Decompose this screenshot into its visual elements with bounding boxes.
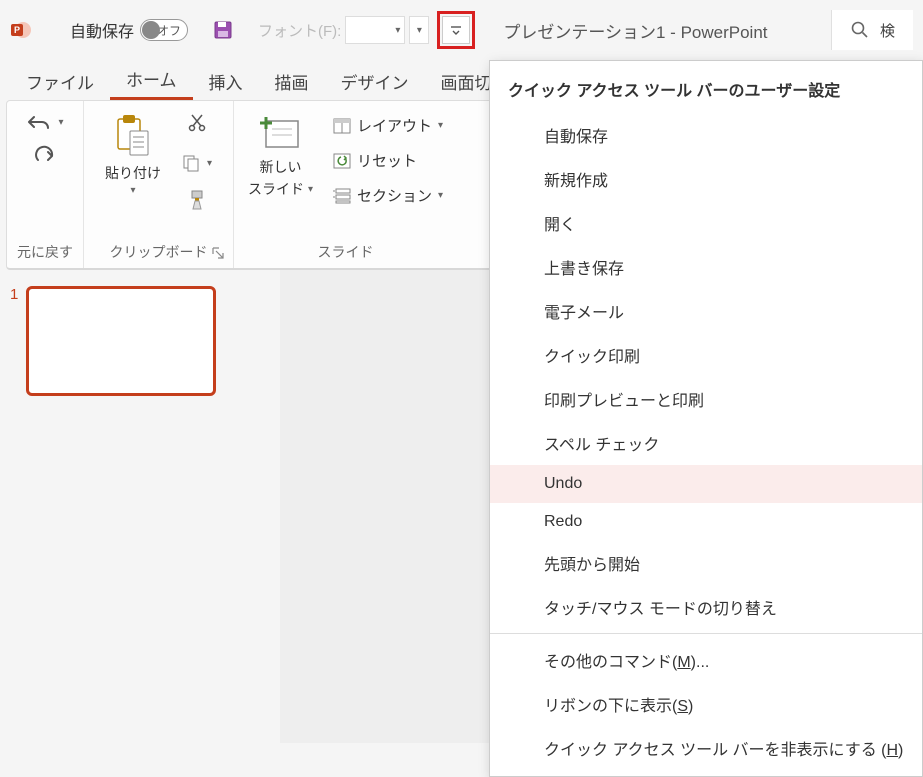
chevron-down-icon: ▾ [207,158,212,169]
undo-button[interactable]: ▾ [22,109,67,135]
redo-icon [33,145,57,167]
menu-item-save[interactable]: 上書き保存 [490,245,922,289]
search-placeholder: 検 [880,20,895,41]
qat-customize-button[interactable] [442,16,470,44]
menu-text: クイック アクセス ツール バーを非表示にする ( [544,742,886,759]
toggle-knob-icon [142,21,160,39]
font-size-combo[interactable]: ▾ [409,16,429,44]
font-label: フォント(F): [258,20,341,41]
section-label: セクション [357,185,432,206]
cut-icon [187,113,207,133]
new-slide-label-1: 新しい [260,157,302,177]
menu-item-autosave[interactable]: 自動保存 [490,113,922,157]
menu-item-morecommands[interactable]: その他のコマンド(M)... [490,638,922,682]
qat-customize-menu: クイック アクセス ツール バーのユーザー設定 自動保存 新規作成 開く 上書き… [489,60,923,777]
menu-text: )... [691,654,710,671]
menu-divider [490,633,922,634]
tab-design[interactable]: デザイン [325,63,425,100]
search-icon [850,20,870,40]
save-button[interactable] [206,13,240,47]
thumbnail-number: 1 [10,286,18,727]
menu-item-open[interactable]: 開く [490,201,922,245]
font-selector-area: フォント(F): ▾ ▾ [258,16,429,44]
copy-button[interactable]: ▾ [177,151,216,175]
slide-thumbnail-1[interactable] [26,286,216,396]
chevron-down-icon: ▾ [58,117,63,128]
menu-item-spellcheck[interactable]: スペル チェック [490,421,922,465]
menu-hotkey: H [886,742,898,759]
dialog-launcher-icon [211,246,225,260]
menu-text: ) [898,742,903,759]
menu-item-hideqat[interactable]: クイック アクセス ツール バーを非表示にする (H) [490,726,922,770]
section-button[interactable]: セクション ▾ [329,183,447,208]
menu-item-new[interactable]: 新規作成 [490,157,922,201]
autosave-toggle[interactable]: オフ [140,19,188,41]
clipboard-dialog-launcher[interactable] [211,246,227,262]
clipboard-group-label: クリップボード [110,238,208,266]
slides-group-label: スライド [318,238,374,266]
undo-icon [26,111,52,133]
search-box[interactable]: 検 [831,10,913,50]
reset-icon [333,153,351,169]
autosave-state: オフ [157,22,181,39]
tab-home[interactable]: ホーム [110,60,193,100]
chevron-down-icon: ▾ [438,190,443,201]
chevron-down-icon: ▾ [438,120,443,131]
ribbon-group-undo: ▾ 元に戻す [7,101,84,268]
qat-customize-highlight [437,11,475,49]
format-painter-button[interactable] [187,189,207,215]
cut-button[interactable] [187,113,207,137]
qat-menu-header: クイック アクセス ツール バーのユーザー設定 [490,61,922,113]
redo-button[interactable] [29,143,61,169]
menu-text: リボンの下に表示( [544,698,677,715]
svg-text:P: P [14,25,20,35]
menu-item-quickprint[interactable]: クイック印刷 [490,333,922,377]
paste-icon [112,113,154,161]
tab-insert[interactable]: 挿入 [193,63,259,100]
reset-button[interactable]: リセット [329,148,421,173]
new-slide-label-2: スライド [248,179,304,199]
menu-item-undo[interactable]: Undo [490,465,922,503]
save-icon [212,19,234,41]
layout-icon [333,118,351,134]
chevron-down-icon: ▾ [308,184,313,195]
layout-button[interactable]: レイアウト ▾ [329,113,447,138]
autosave-label: 自動保存 [70,18,134,42]
chevron-down-icon: ▾ [395,25,400,36]
menu-item-redo[interactable]: Redo [490,503,922,541]
ribbon-group-slides: 新しい スライド ▾ レイアウト ▾ リセット セクション ▾ [234,101,457,268]
new-slide-icon [258,113,304,155]
chevron-down-icon: ▾ [130,185,135,196]
section-icon [333,188,351,204]
menu-hotkey: S [677,698,688,715]
menu-item-email[interactable]: 電子メール [490,289,922,333]
overflow-down-icon [449,23,463,37]
autosave-toggle-area: 自動保存 オフ [70,18,188,42]
menu-hotkey: M [677,654,690,671]
menu-item-printpreview[interactable]: 印刷プレビューと印刷 [490,377,922,421]
new-slide-button[interactable]: 新しい スライド ▾ [244,109,317,203]
reset-label: リセット [357,150,417,171]
chevron-down-icon: ▾ [417,25,422,36]
menu-text: ) [688,698,693,715]
layout-label: レイアウト [357,115,432,136]
menu-text: その他のコマンド( [544,654,677,671]
menu-item-startshow[interactable]: 先頭から開始 [490,541,922,585]
menu-item-showbelow[interactable]: リボンの下に表示(S) [490,682,922,726]
tab-file[interactable]: ファイル [10,63,110,100]
title-bar: P 自動保存 オフ フォント(F): ▾ ▾ プレゼンテーション1 - Powe… [0,0,923,60]
document-title: プレゼンテーション1 - PowerPoint [503,18,767,43]
font-name-combo[interactable]: ▾ [345,16,405,44]
paste-label: 貼り付け [105,163,161,183]
format-painter-icon [187,189,207,211]
menu-item-touchmouse[interactable]: タッチ/マウス モードの切り替え [490,585,922,629]
copy-icon [181,153,201,173]
ribbon-group-clipboard: 貼り付け ▾ ▾ クリップボード [84,101,234,268]
tab-draw[interactable]: 描画 [259,63,325,100]
undo-group-label: 元に戻す [17,238,73,266]
paste-button[interactable]: 貼り付け ▾ [101,109,165,200]
thumbnail-panel: 1 [0,270,280,743]
powerpoint-icon: P [10,19,32,41]
